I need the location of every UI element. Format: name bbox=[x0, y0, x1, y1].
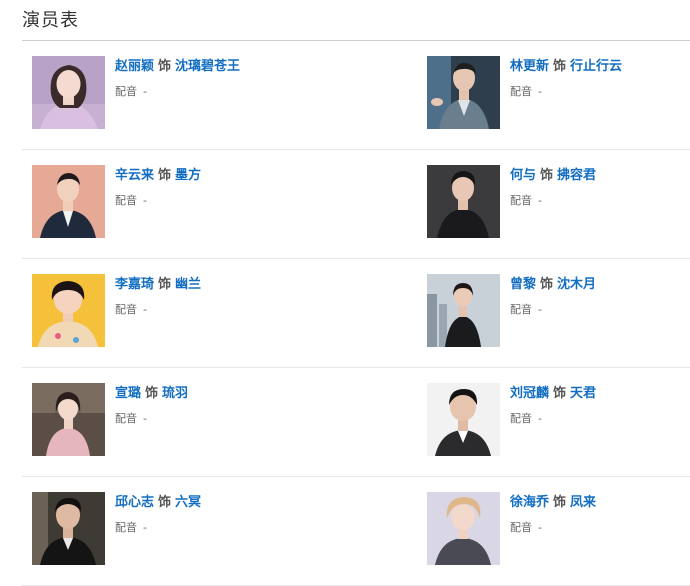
cast-card: 何与饰拂容君 配音 - bbox=[427, 165, 690, 238]
as-label: 饰 bbox=[145, 386, 159, 401]
role-name-link[interactable]: 沈璃碧苍王 bbox=[175, 59, 240, 74]
actor-photo[interactable] bbox=[427, 383, 500, 456]
actor-name-link[interactable]: 徐海乔 bbox=[510, 495, 549, 510]
actor-name-link[interactable]: 赵丽颖 bbox=[115, 59, 154, 74]
role-name-link[interactable]: 拂容君 bbox=[557, 168, 596, 183]
role-name-link[interactable]: 天君 bbox=[570, 386, 596, 401]
cast-card: 曾黎饰沈木月 配音 - bbox=[427, 274, 690, 347]
actor-photo[interactable] bbox=[32, 274, 105, 347]
dub-value: - bbox=[538, 194, 542, 207]
cast-card: 宣璐饰琉羽 配音 - bbox=[32, 383, 332, 456]
actor-name-link[interactable]: 辛云来 bbox=[115, 168, 154, 183]
actor-photo[interactable] bbox=[427, 56, 500, 129]
role-name-link[interactable]: 行止行云 bbox=[570, 59, 622, 74]
as-label: 饰 bbox=[553, 386, 567, 401]
role-name-link[interactable]: 琉羽 bbox=[162, 386, 188, 401]
actor-name-link[interactable]: 刘冠麟 bbox=[510, 386, 549, 401]
dub-value: - bbox=[538, 412, 542, 425]
cast-card: 刘冠麟饰天君 配音 - bbox=[427, 383, 690, 456]
as-label: 饰 bbox=[158, 59, 172, 74]
dub-value: - bbox=[143, 521, 147, 534]
dub-value: - bbox=[143, 194, 147, 207]
cast-row: 宣璐饰琉羽 配音 - 刘冠麟饰天君 配音 - bbox=[22, 368, 690, 477]
dub-value: - bbox=[538, 85, 542, 98]
actor-photo[interactable] bbox=[427, 492, 500, 565]
cast-card: 李嘉琦饰幽兰 配音 - bbox=[32, 274, 332, 347]
cast-card: 林更新饰行止行云 配音 - bbox=[427, 56, 690, 129]
actor-photo[interactable] bbox=[32, 165, 105, 238]
dub-label: 配音 bbox=[115, 194, 137, 207]
dub-label: 配音 bbox=[510, 521, 532, 534]
as-label: 饰 bbox=[158, 168, 172, 183]
dub-value: - bbox=[143, 412, 147, 425]
dub-value: - bbox=[143, 303, 147, 316]
actor-name-link[interactable]: 林更新 bbox=[510, 59, 549, 74]
actor-photo[interactable] bbox=[32, 492, 105, 565]
cast-row: 李嘉琦饰幽兰 配音 - 曾黎 饰 沈木月 配音 - bbox=[22, 259, 690, 368]
as-label: 饰 bbox=[540, 168, 554, 183]
role-name-link[interactable]: 沈木月 bbox=[557, 277, 596, 292]
role-name-link[interactable]: 六冥 bbox=[175, 495, 201, 510]
cast-card: 辛云来饰墨方 配音 - bbox=[32, 165, 332, 238]
as-label: 饰 bbox=[158, 495, 172, 510]
cast-list: 赵丽颖饰沈璃碧苍王 配音 - 林更新 饰 行止行云 配音 - 辛云来 饰 墨方 … bbox=[22, 41, 690, 586]
actor-name-link[interactable]: 曾黎 bbox=[510, 277, 536, 292]
actor-photo[interactable] bbox=[32, 383, 105, 456]
cast-card: 邱心志饰六冥 配音 - bbox=[32, 492, 332, 565]
actor-name-link[interactable]: 邱心志 bbox=[115, 495, 154, 510]
role-name-link[interactable]: 幽兰 bbox=[175, 277, 201, 292]
dub-label: 配音 bbox=[510, 303, 532, 316]
cast-card: 赵丽颖饰沈璃碧苍王 配音 - bbox=[32, 56, 332, 129]
role-name-link[interactable]: 墨方 bbox=[175, 168, 201, 183]
dub-label: 配音 bbox=[115, 303, 137, 316]
actor-photo[interactable] bbox=[427, 165, 500, 238]
cast-row: 邱心志饰六冥 配音 - 徐海乔饰凤来 配音 - bbox=[22, 477, 690, 586]
actor-photo[interactable] bbox=[32, 56, 105, 129]
as-label: 饰 bbox=[553, 59, 567, 74]
dub-value: - bbox=[143, 85, 147, 98]
as-label: 饰 bbox=[540, 277, 554, 292]
dub-label: 配音 bbox=[510, 194, 532, 207]
actor-name-link[interactable]: 何与 bbox=[510, 168, 536, 183]
role-name-link[interactable]: 凤来 bbox=[570, 495, 596, 510]
cast-row: 辛云来饰墨方 配音 - 何与饰拂容君 配音 - bbox=[22, 150, 690, 259]
section-title: 演员表 bbox=[22, 10, 79, 31]
dub-label: 配音 bbox=[510, 85, 532, 98]
cast-card: 徐海乔饰凤来 配音 - bbox=[427, 492, 690, 565]
cast-row: 赵丽颖饰沈璃碧苍王 配音 - 林更新 饰 行止行云 配音 - bbox=[22, 41, 690, 150]
actor-name-link[interactable]: 李嘉琦 bbox=[115, 277, 154, 292]
as-label: 饰 bbox=[553, 495, 567, 510]
actor-name-link[interactable]: 宣璐 bbox=[115, 386, 141, 401]
dub-value: - bbox=[538, 521, 542, 534]
dub-label: 配音 bbox=[510, 412, 532, 425]
dub-label: 配音 bbox=[115, 85, 137, 98]
actor-photo[interactable] bbox=[427, 274, 500, 347]
dub-label: 配音 bbox=[115, 521, 137, 534]
as-label: 饰 bbox=[158, 277, 172, 292]
dub-value: - bbox=[538, 303, 542, 316]
dub-label: 配音 bbox=[115, 412, 137, 425]
